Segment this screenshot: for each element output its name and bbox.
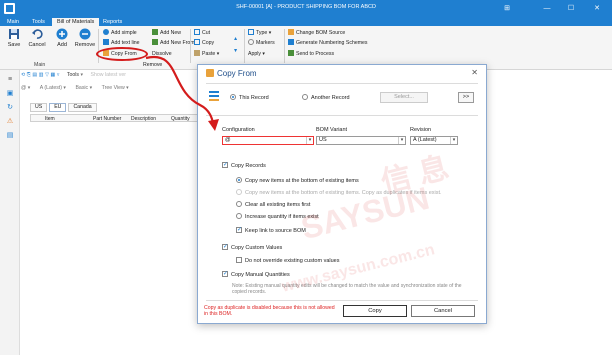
annotation-arrow — [145, 55, 219, 131]
